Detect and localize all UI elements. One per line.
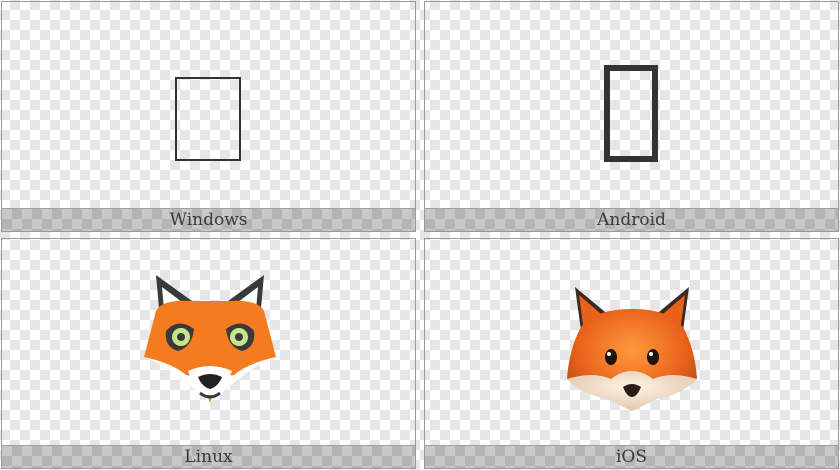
platform-cell-windows: Windows (1, 1, 416, 232)
fox-face-icon (144, 275, 276, 403)
platform-label: Windows (169, 210, 248, 230)
missing-glyph-icon (604, 65, 658, 162)
platform-cell-ios: iOS (424, 238, 839, 469)
platform-cell-linux: Linux (1, 238, 416, 469)
platform-label: iOS (615, 447, 648, 467)
missing-glyph-icon (175, 77, 241, 161)
platform-label: Android (597, 210, 666, 230)
platform-cell-android: Android (424, 1, 839, 232)
platform-label: Linux (184, 447, 233, 467)
fox-face-icon (567, 287, 697, 411)
